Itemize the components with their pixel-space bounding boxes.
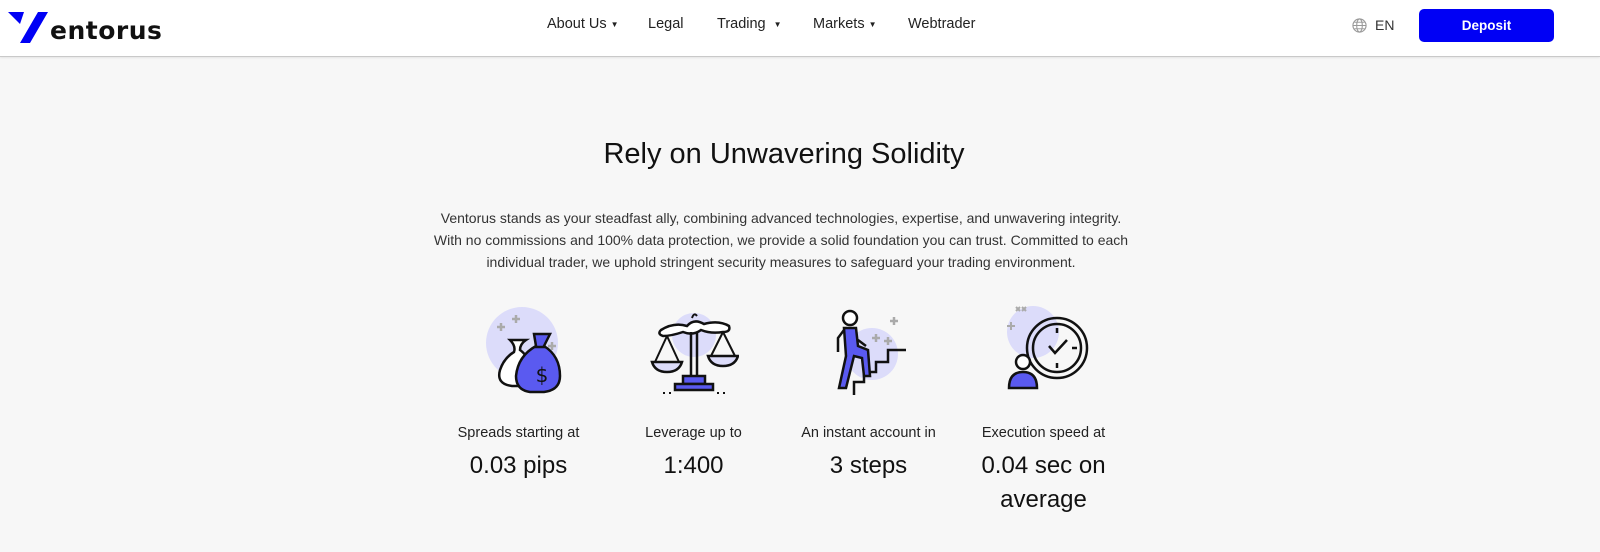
deposit-button[interactable]: Deposit — [1419, 9, 1554, 42]
site-header: entorus About Us ▼ Legal Trading ▼ Marke… — [0, 0, 1600, 57]
nav-webtrader[interactable]: Webtrader — [908, 16, 975, 32]
nav-label: Webtrader — [908, 16, 976, 32]
feature-account: An instant account in 3 steps — [781, 300, 956, 483]
feature-label: Leverage up to — [645, 425, 742, 441]
money-bags-icon: $ — [485, 307, 561, 394]
feature-value: 0.04 sec on average — [981, 452, 1106, 513]
feature-label: Execution speed at — [981, 425, 1106, 441]
svg-text:$: $ — [535, 363, 548, 387]
stairs-climber-icon — [836, 309, 906, 395]
nav-label: About Us — [547, 16, 607, 32]
caret-down-icon: ▼ — [610, 19, 619, 29]
brand-name: entorus — [50, 16, 163, 45]
section-title: Rely on Unwavering Solidity — [603, 138, 965, 170]
clock-user-icon — [1006, 306, 1088, 390]
brand-logo[interactable]: entorus — [8, 8, 162, 44]
nav-label: Markets — [813, 16, 865, 32]
ventorus-v-logo-icon — [8, 12, 48, 43]
nav-markets[interactable]: Markets ▼ — [813, 16, 877, 32]
feature-spreads: $ Spreads starting at 0.03 pips — [431, 300, 606, 483]
language-code: EN — [1375, 17, 1395, 33]
feature-value: 3 steps — [829, 452, 908, 479]
nav-label: Trading — [717, 16, 766, 32]
nav-trading[interactable]: Trading ▼ — [717, 16, 782, 32]
nav-about-us[interactable]: About Us ▼ — [547, 16, 619, 32]
feature-value: 1:400 — [663, 452, 724, 479]
feature-label: An instant account in — [801, 425, 936, 441]
feature-leverage: Leverage up to 1:400 — [606, 300, 781, 483]
scales-icon — [649, 313, 739, 394]
feature-label: Spreads starting at — [457, 425, 580, 441]
feature-value: 0.03 pips — [469, 452, 568, 479]
nav-label: Legal — [648, 16, 684, 32]
globe-icon — [1352, 17, 1367, 33]
section-description: Ventorus stands as your steadfast ally, … — [433, 210, 1129, 270]
caret-down-icon: ▼ — [773, 19, 782, 29]
feature-execution: Execution speed at 0.04 sec on average — [956, 300, 1131, 517]
nav-legal[interactable]: Legal — [648, 16, 683, 32]
caret-down-icon: ▼ — [868, 19, 877, 29]
language-selector[interactable]: EN — [1352, 17, 1394, 33]
